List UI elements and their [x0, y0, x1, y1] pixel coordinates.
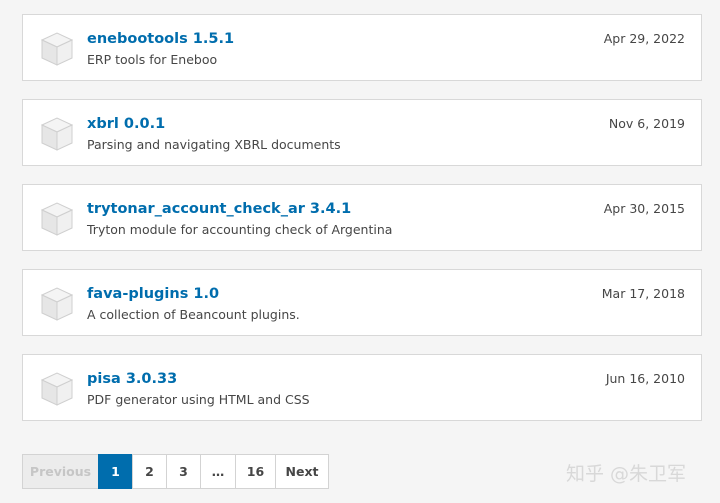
pagination: Previous 1 2 3 … 16 Next: [22, 454, 329, 489]
package-snippet[interactable]: trytonar_account_check_ar 3.4.1 Tryton m…: [22, 184, 702, 251]
package-release-date: Nov 6, 2019: [608, 116, 685, 131]
package-box-icon: [40, 287, 74, 321]
package-snippet[interactable]: pisa 3.0.33 PDF generator using HTML and…: [22, 354, 702, 421]
package-description: A collection of Beancount plugins.: [87, 307, 300, 322]
package-release-date: Jun 16, 2010: [605, 371, 685, 386]
package-release-date: Mar 17, 2018: [601, 286, 685, 301]
package-title[interactable]: pisa 3.0.33: [87, 371, 177, 387]
page-ellipsis: …: [200, 454, 236, 489]
next-page-button[interactable]: Next: [275, 454, 329, 489]
package-snippet[interactable]: xbrl 0.0.1 Parsing and navigating XBRL d…: [22, 99, 702, 166]
previous-page-button: Previous: [22, 454, 99, 489]
watermark: 知乎 @朱卫军: [566, 463, 687, 485]
package-description: ERP tools for Eneboo: [87, 52, 218, 67]
package-description: PDF generator using HTML and CSS: [87, 392, 310, 407]
page-1-button[interactable]: 1: [98, 454, 133, 489]
package-description: Tryton module for accounting check of Ar…: [87, 222, 393, 237]
page-3-button[interactable]: 3: [166, 454, 201, 489]
package-snippet[interactable]: fava-plugins 1.0 A collection of Beancou…: [22, 269, 702, 336]
package-box-icon: [40, 32, 74, 66]
package-description: Parsing and navigating XBRL documents: [87, 137, 341, 152]
page-16-button[interactable]: 16: [235, 454, 276, 489]
package-title[interactable]: enebootools 1.5.1: [87, 31, 234, 47]
package-title[interactable]: trytonar_account_check_ar 3.4.1: [87, 201, 351, 217]
package-release-date: Apr 30, 2015: [603, 201, 685, 216]
search-results-list: enebootools 1.5.1 ERP tools for Eneboo A…: [22, 14, 702, 439]
package-title[interactable]: xbrl 0.0.1: [87, 116, 165, 132]
package-box-icon: [40, 202, 74, 236]
package-box-icon: [40, 117, 74, 151]
package-title[interactable]: fava-plugins 1.0: [87, 286, 219, 302]
package-release-date: Apr 29, 2022: [603, 31, 685, 46]
package-snippet[interactable]: enebootools 1.5.1 ERP tools for Eneboo A…: [22, 14, 702, 81]
package-box-icon: [40, 372, 74, 406]
page-2-button[interactable]: 2: [132, 454, 167, 489]
